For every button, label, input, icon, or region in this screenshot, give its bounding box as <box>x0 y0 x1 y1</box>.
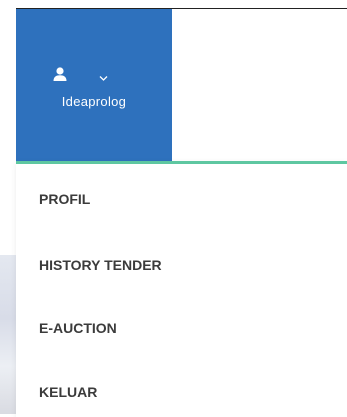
user-dropdown-menu: PROFIL HISTORY TENDER E-AUCTION KELUAR <box>16 161 347 417</box>
menu-item-history-tender[interactable]: HISTORY TENDER <box>16 245 347 285</box>
background-image-strip <box>0 255 16 414</box>
user-icon <box>53 67 67 81</box>
user-menu-toggle[interactable]: Ideaprolog <box>16 9 172 163</box>
menu-item-keluar[interactable]: KELUAR <box>16 372 347 412</box>
chevron-down-icon <box>99 69 108 81</box>
menu-item-e-auction[interactable]: E-AUCTION <box>16 308 347 348</box>
menu-item-profil[interactable]: PROFIL <box>16 179 347 219</box>
username-label: Ideaprolog <box>61 94 127 109</box>
